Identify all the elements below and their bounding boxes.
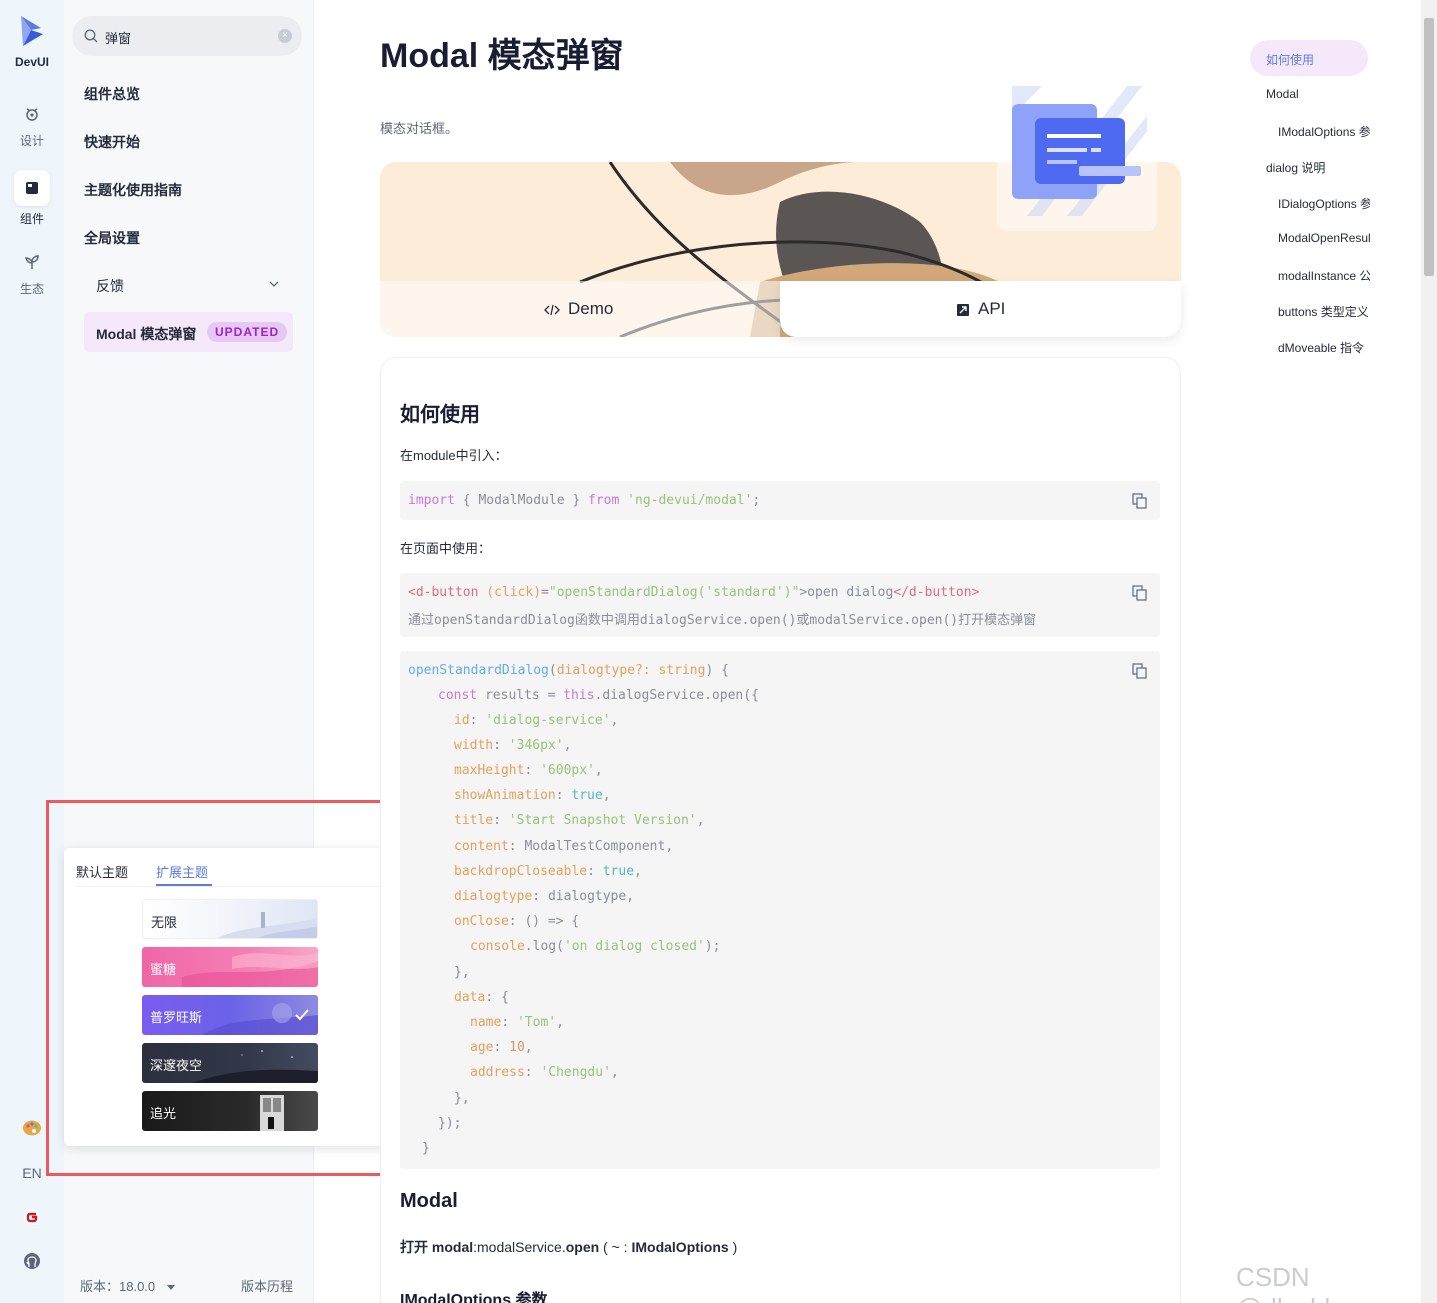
section-heading-imodaloptions: IModalOptions 参数 <box>400 1292 548 1303</box>
modal-illustration <box>997 76 1157 231</box>
section-heading-modal: Modal <box>400 1190 458 1212</box>
text-import: 在module中引入： <box>400 448 508 463</box>
code-line: name: 'Tom', <box>470 1015 564 1030</box>
brand-name: DevUI <box>14 55 49 69</box>
toc-item-usage[interactable]: 如何使用 <box>1250 40 1368 76</box>
theme-name: 深邃夜空 <box>150 1058 203 1073</box>
theme-name: 蜜糖 <box>150 962 177 977</box>
code-line: }); <box>438 1116 462 1131</box>
caret-down-icon <box>166 1285 175 1290</box>
code-icon <box>544 304 560 316</box>
nav-item-quick-start[interactable]: 快速开始 <box>84 132 140 152</box>
rail-item-components[interactable]: 组件 <box>0 170 64 227</box>
code-line: data: { <box>454 990 509 1005</box>
rail-item-ecosystem[interactable]: 生态 <box>0 248 64 297</box>
code-line: maxHeight: '600px', <box>454 763 603 779</box>
page-description: 模态对话框。 <box>380 121 459 136</box>
copy-icon[interactable] <box>1132 663 1148 679</box>
github-icon <box>24 1253 40 1269</box>
updated-badge: UPDATED <box>207 322 288 342</box>
nav-item-modal[interactable]: Modal 模态弹窗 UPDATED <box>84 312 293 352</box>
code-line: title: 'Start Snapshot Version', <box>454 813 705 829</box>
scrollbar-thumb[interactable] <box>1424 18 1434 276</box>
api-icon <box>957 304 969 316</box>
theme-name: 追光 <box>150 1106 177 1121</box>
rail-item-design[interactable]: 设计 <box>0 100 64 149</box>
watermark: CSDN @dly_blog <box>1236 1262 1359 1303</box>
tab-label: Demo <box>568 299 614 318</box>
toc-item[interactable]: dialog 说明 <box>1266 159 1358 176</box>
code-line: openStandardDialog(dialogtype?: string) … <box>408 663 729 678</box>
code-line: address: 'Chengdu', <box>470 1065 619 1081</box>
rail-item-label: 设计 <box>19 134 44 148</box>
toc-item[interactable]: Modal <box>1266 87 1358 101</box>
check-icon <box>295 1009 309 1021</box>
code-line: }, <box>454 1091 470 1106</box>
toc-item[interactable]: ModalOpenResult <box>1278 231 1370 245</box>
code-line: }, <box>454 965 470 980</box>
highlight-annotation <box>46 800 422 1176</box>
version-label: 版本：18.0.0 <box>80 1279 156 1294</box>
clear-icon[interactable]: × <box>278 29 292 43</box>
copy-icon[interactable] <box>1132 493 1148 509</box>
text-open-modal: 打开 modal:modalService.open ( ~ : IModalO… <box>400 1239 738 1255</box>
code-line: onClose: () => { <box>454 914 580 929</box>
nav-item-theme-guide[interactable]: 主题化使用指南 <box>84 180 182 200</box>
version-select[interactable]: 版本：18.0.0 <box>80 1276 175 1295</box>
toc-item[interactable]: dMoveable 指令 <box>1278 339 1370 356</box>
code-line: content: ModalTestComponent, <box>454 838 674 854</box>
design-icon <box>26 108 38 121</box>
code-line: const results = this.dialogService.open(… <box>438 688 759 703</box>
page-title: Modal 模态弹窗 <box>380 37 624 75</box>
code-line: } <box>422 1141 430 1156</box>
rail-item-label: 生态 <box>19 282 44 296</box>
nav-item-overview[interactable]: 组件总览 <box>84 84 140 104</box>
toc-item[interactable]: IModalOptions 参数 <box>1278 123 1370 140</box>
code-line: dialogtype: dialogtype, <box>454 888 635 904</box>
gitee-icon <box>24 1209 40 1225</box>
section-heading-usage: 如何使用 <box>400 404 480 426</box>
tab-api[interactable]: API <box>780 281 1181 337</box>
code-block-html: <d-button (click)="openStandardDialog('s… <box>400 573 1160 637</box>
palette-icon <box>23 1120 41 1136</box>
tab-demo[interactable]: Demo <box>380 281 780 337</box>
search-input[interactable]: 弹窗 × <box>72 16 302 56</box>
version-history-link[interactable]: 版本历程 <box>241 1276 293 1295</box>
rail-item-label: 组件 <box>19 212 44 226</box>
search-icon <box>84 29 98 43</box>
code-line: id: 'dialog-service', <box>454 713 619 728</box>
search-value: 弹窗 <box>105 31 132 46</box>
code-line: width: '346px', <box>454 738 572 754</box>
nav-group-feedback[interactable]: 反馈 <box>96 276 124 296</box>
toc-item[interactable]: modalInstance 公共方法 <box>1278 267 1370 284</box>
nav-item-global-settings[interactable]: 全局设置 <box>84 228 140 248</box>
code-line: 通过openStandardDialog函数中调用dialogService.o… <box>408 613 1037 628</box>
code-line: import { ModalModule } from 'ng-devui/mo… <box>408 493 761 508</box>
brand[interactable]: DevUI <box>0 14 64 69</box>
tab-label: API <box>978 299 1006 318</box>
code-line: backdropCloseable: true, <box>454 863 642 879</box>
code-line: <d-button (click)="openStandardDialog('s… <box>408 585 980 600</box>
copy-icon[interactable] <box>1132 585 1148 601</box>
code-line: console.log('on dialog closed'); <box>470 939 721 954</box>
code-block-import: import { ModalModule } from 'ng-devui/mo… <box>400 481 1160 520</box>
theme-name: 普罗旺斯 <box>150 1010 203 1025</box>
chevron-down-icon[interactable] <box>268 279 280 289</box>
code-line: age: 10, <box>470 1040 533 1056</box>
code-line: showAnimation: true, <box>454 788 611 804</box>
ecosystem-icon <box>24 255 39 269</box>
gitee-link[interactable] <box>0 1208 64 1231</box>
nav-item-label: Modal 模态弹窗 <box>96 326 197 342</box>
code-block-ts: openStandardDialog(dialogtype?: string) … <box>400 651 1160 1169</box>
theme-name: 无限 <box>151 915 178 930</box>
toc-item[interactable]: IDialogOptions 参数 <box>1278 195 1370 212</box>
text-page-usage: 在页面中使用： <box>400 541 492 556</box>
component-icon <box>26 182 38 194</box>
devui-logo-icon <box>21 16 43 46</box>
toc-item[interactable]: buttons 类型定义 <box>1278 303 1370 320</box>
github-link[interactable] <box>0 1252 64 1275</box>
